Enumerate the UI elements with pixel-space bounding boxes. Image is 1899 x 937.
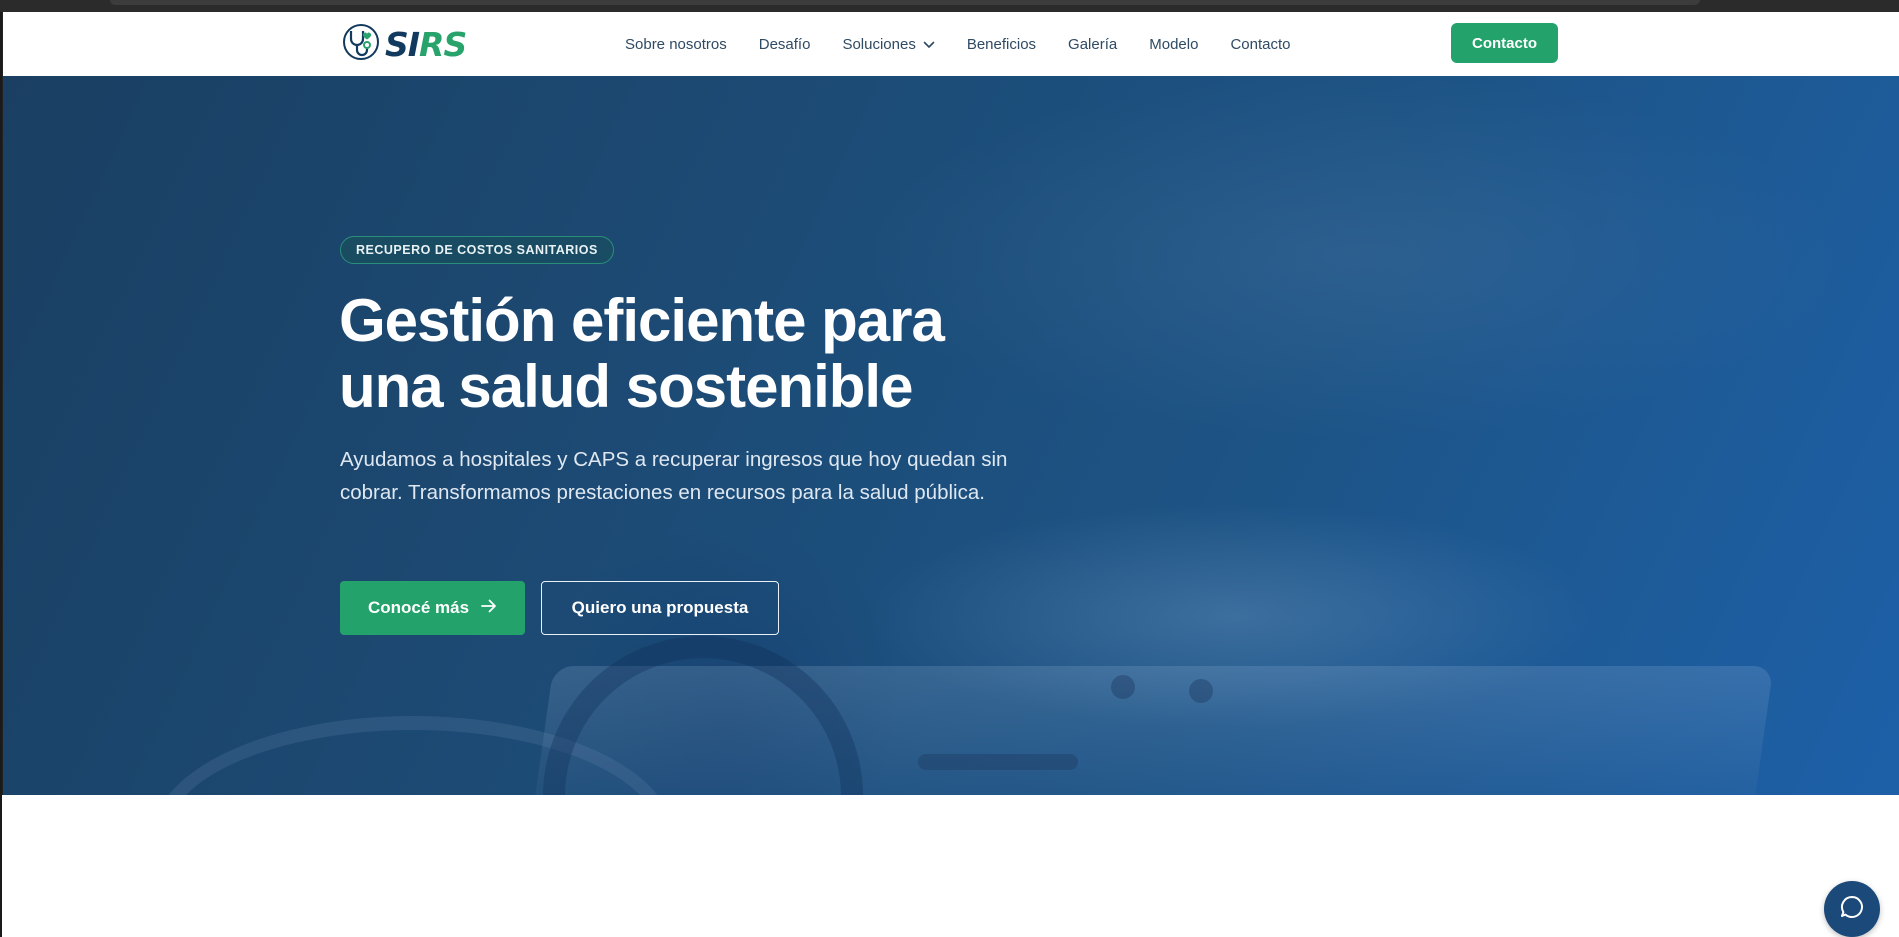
nav-item-contacto[interactable]: Contacto [1230, 36, 1290, 53]
nav-item-beneficios[interactable]: Beneficios [967, 36, 1036, 53]
learn-more-button[interactable]: Conocé más [340, 581, 525, 635]
hero-subtitle: Ayudamos a hospitales y CAPS a recuperar… [340, 448, 1008, 504]
nav-item-desafio[interactable]: Desafío [759, 36, 811, 53]
chevron-down-icon [923, 36, 935, 53]
hero-title-line2: una salud sostenible [339, 353, 913, 420]
nav-item-soluciones-label: Soluciones [842, 35, 916, 53]
chat-bubble-icon [1839, 894, 1865, 925]
request-proposal-button[interactable]: Quiero una propuesta [541, 581, 779, 635]
hero-badge: RECUPERO DE COSTOS SANITARIOS [340, 236, 614, 264]
site-logo[interactable]: SIRS [341, 22, 491, 66]
learn-more-label: Conocé más [367, 598, 470, 617]
stethoscope-heart-icon [341, 22, 381, 67]
hero-background-dot [1111, 675, 1135, 699]
nav-item-soluciones[interactable]: Soluciones [842, 35, 935, 53]
hero-background-dot [1189, 679, 1213, 703]
browser-top-strip [0, 0, 1899, 12]
chat-widget-button[interactable] [1824, 881, 1880, 937]
browser-top-strip-inner [110, 0, 1700, 5]
logo-wordmark-si: SI [385, 24, 420, 64]
logo-wordmark-rs: RS [419, 24, 467, 64]
hero-title: Gestión eficiente para una salud sosteni… [339, 288, 1059, 420]
hero-background-port [918, 754, 1078, 770]
arrow-right-icon [481, 598, 497, 618]
logo-wordmark: SIRS [385, 24, 467, 64]
site-header: SIRS Sobre nosotros Desafío Soluciones B… [2, 12, 1899, 76]
hero-section [2, 76, 1899, 795]
hero-background-stethoscope [543, 636, 863, 795]
nav-item-modelo[interactable]: Modelo [1149, 36, 1198, 53]
main-nav: Sobre nosotros Desafío Soluciones Benefi… [625, 12, 1323, 76]
hero-title-line1: Gestión eficiente para [339, 287, 945, 354]
nav-item-sobre-nosotros[interactable]: Sobre nosotros [625, 36, 727, 53]
nav-item-galeria[interactable]: Galería [1068, 36, 1117, 53]
header-contact-button[interactable]: Contacto [1451, 23, 1558, 63]
